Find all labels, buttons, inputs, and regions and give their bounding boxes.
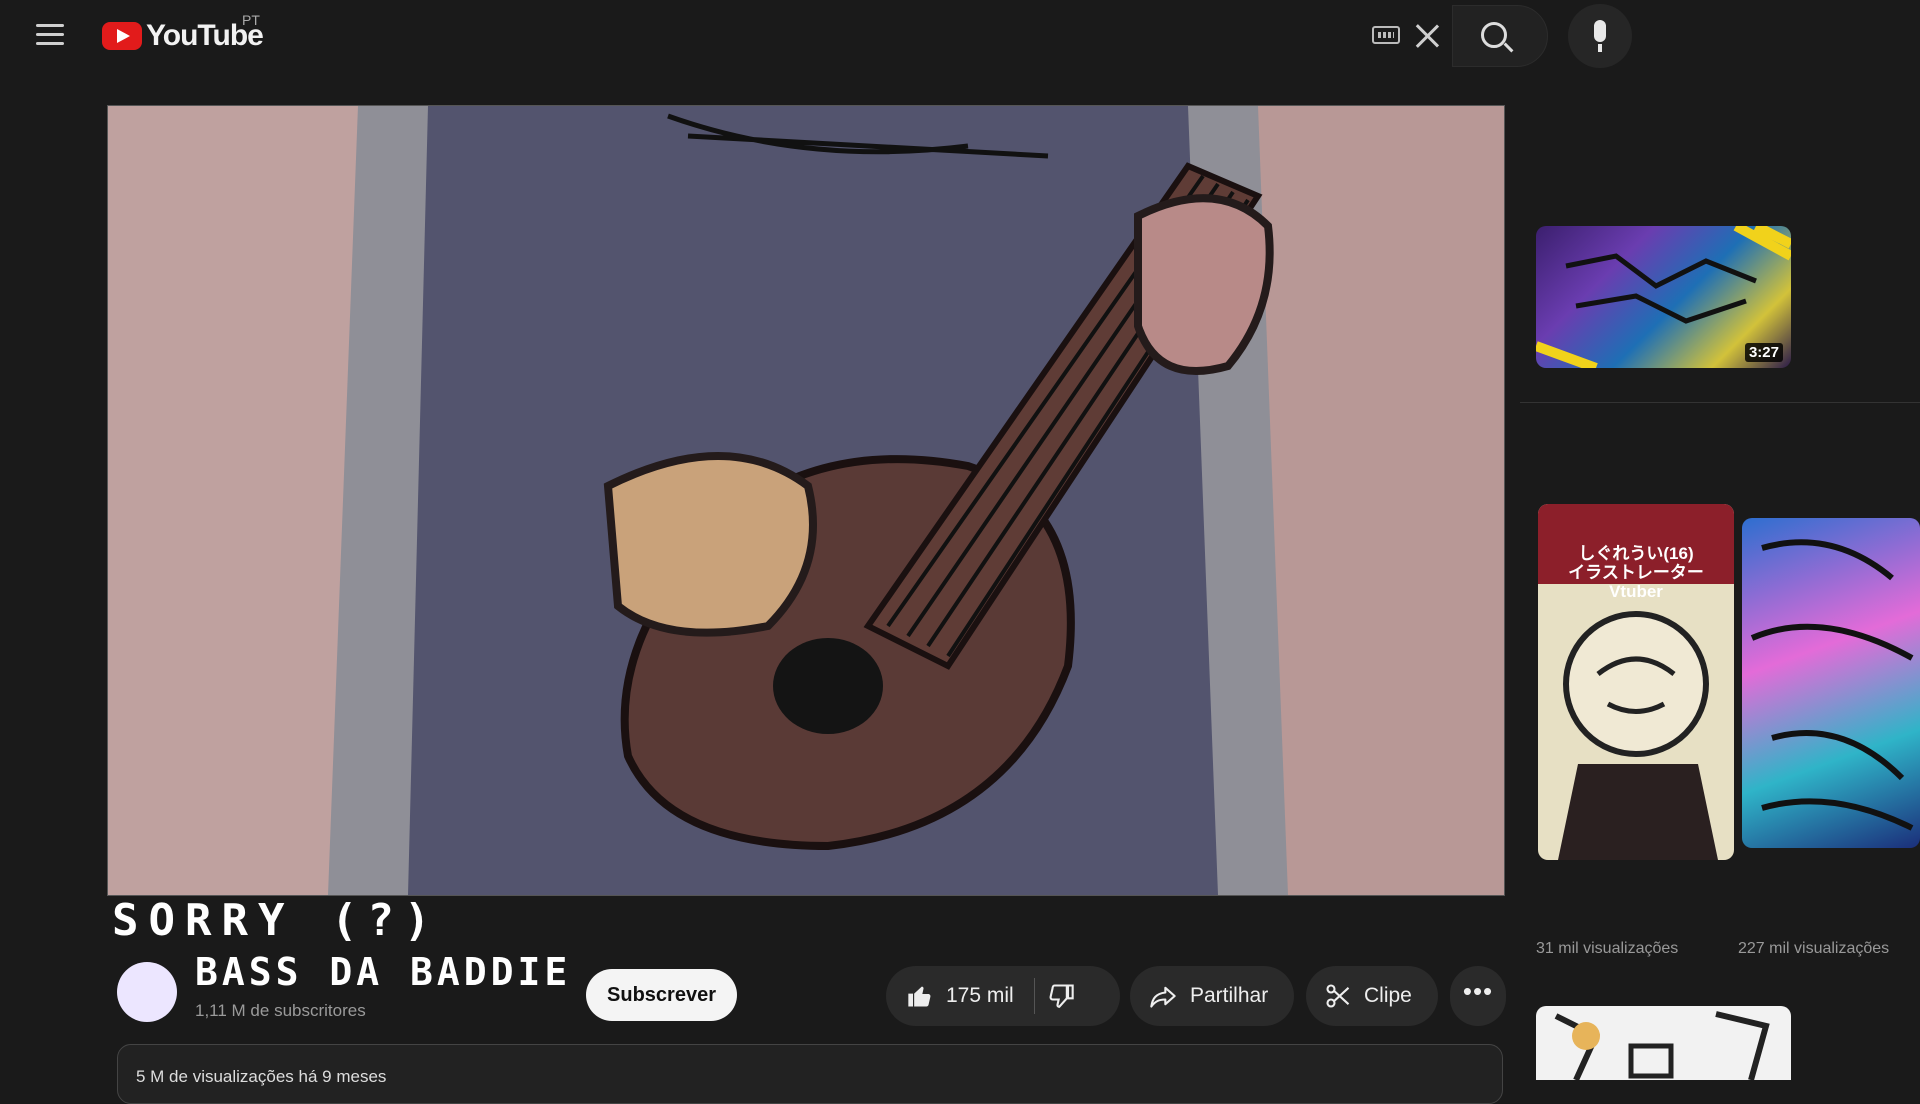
subscriber-count: 1,11 M de subscritores <box>195 1001 366 1020</box>
dislike-button[interactable] <box>1047 966 1093 1026</box>
video-duration: 3:27 <box>1744 343 1783 362</box>
recommended-video-thumbnail[interactable]: 3:27 <box>1536 226 1791 368</box>
subscribe-button[interactable]: Subscrever <box>586 969 737 1021</box>
short-views: 31 mil visualizações <box>1536 940 1679 957</box>
recommended-short-thumbnail[interactable] <box>1742 518 1920 848</box>
sidebar-divider <box>1520 402 1920 403</box>
more-actions-button[interactable]: ••• <box>1450 966 1506 1026</box>
share-arrow-icon <box>1150 986 1176 1008</box>
channel-name[interactable]: BASS DA BADDIE <box>195 950 571 994</box>
video-frame <box>108 106 1504 895</box>
share-button[interactable]: Partilhar <box>1130 966 1294 1026</box>
description-box[interactable]: 5 M de visualizações há 9 meses <box>117 1044 1503 1104</box>
thumbs-down-icon <box>1049 984 1074 1008</box>
clip-label: Clipe <box>1364 984 1412 1007</box>
video-title: SORRY (?) <box>112 895 441 946</box>
description-meta: 5 M de visualizações há 9 meses <box>136 1067 387 1086</box>
voice-search-button[interactable] <box>1568 4 1632 68</box>
channel-avatar[interactable] <box>117 962 177 1022</box>
recommended-short-thumbnail[interactable]: しぐれうい(16) イラストレーター Vtuber <box>1538 504 1734 860</box>
more-dots-icon: ••• <box>1462 976 1494 1006</box>
mic-icon <box>1594 20 1606 42</box>
like-dislike-group: 175 mil <box>886 966 1120 1026</box>
recommended-video-thumbnail[interactable] <box>1536 1006 1791 1080</box>
country-code: PT <box>242 12 260 28</box>
like-button[interactable]: 175 mil <box>886 966 1014 1026</box>
top-bar: YouTube PT <box>0 0 1920 72</box>
search-button[interactable] <box>1452 5 1548 67</box>
search-icon <box>1481 22 1507 48</box>
keyboard-icon[interactable] <box>1372 26 1400 44</box>
clip-button[interactable]: Clipe <box>1306 966 1438 1026</box>
like-count: 175 mil <box>946 984 1014 1007</box>
youtube-logo-icon <box>102 22 142 50</box>
clear-icon[interactable] <box>1412 20 1442 50</box>
youtube-logo[interactable]: YouTube <box>102 18 264 54</box>
scissors-icon <box>1326 984 1350 1008</box>
thumbnail-caption: しぐれうい(16) イラストレーター Vtuber <box>1568 544 1704 601</box>
video-player[interactable] <box>107 105 1505 896</box>
short-views: 227 mil visualizações <box>1738 940 1890 957</box>
thumbs-up-icon <box>908 986 931 1007</box>
menu-icon[interactable] <box>30 18 70 54</box>
share-label: Partilhar <box>1190 984 1269 1007</box>
